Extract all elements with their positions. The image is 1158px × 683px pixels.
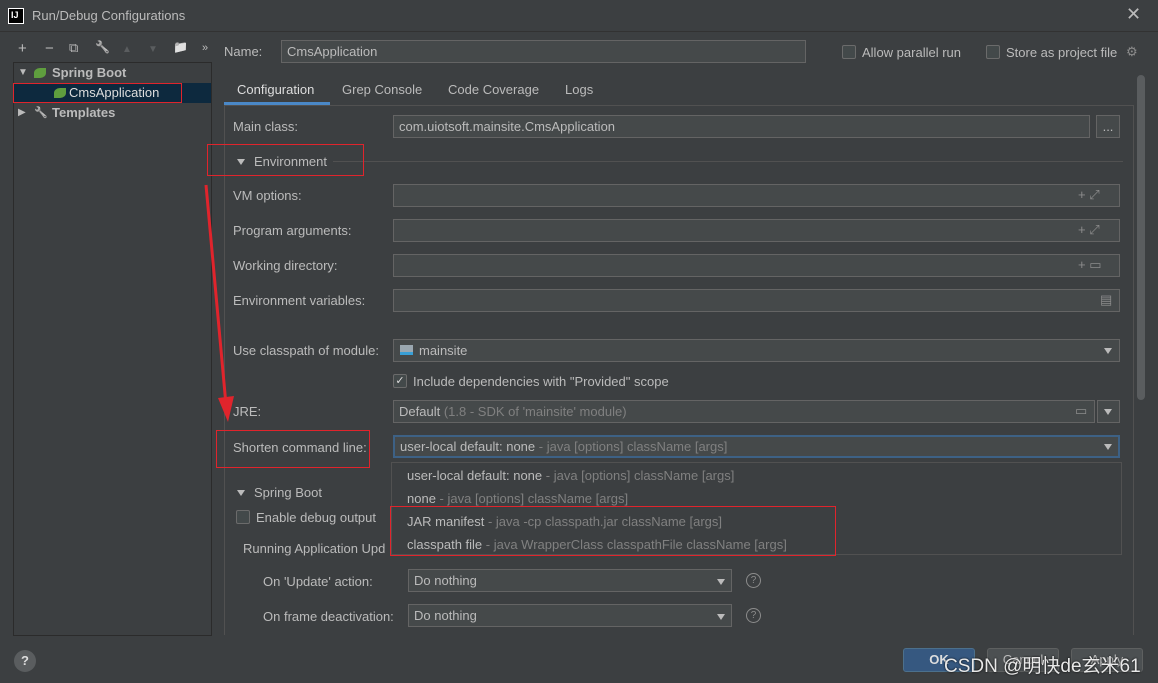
add-icon[interactable]: + [18,40,27,57]
help-icon[interactable]: ? [746,608,761,623]
config-tree: ▼ Spring Boot CmsApplication ▶ 🔧 Templat… [13,62,212,636]
title-bar: IJ Run/Debug Configurations ✕ [0,0,1158,32]
store-project-checkbox[interactable] [986,45,1000,59]
chevron-down-icon [1104,444,1112,450]
copy-icon[interactable]: ⧉ [69,40,78,56]
program-args-label: Program arguments: [233,223,352,238]
tab-grep-console[interactable]: Grep Console [342,82,422,97]
scrollbar[interactable] [1137,75,1145,400]
more-icon[interactable]: » [202,42,208,54]
annotation-box [207,144,364,176]
option-hint: - java [options] className [args] [545,468,735,483]
jre-value: Default [399,404,441,419]
module-icon [400,345,413,355]
working-dir-label: Working directory: [233,258,338,273]
include-deps-checkbox[interactable]: ✓ [393,374,407,388]
env-vars-input[interactable] [393,289,1120,312]
tab-code-coverage[interactable]: Code Coverage [448,82,539,97]
chevron-down-icon [717,614,725,620]
annotation-box [216,430,370,468]
help-button[interactable]: ? [14,650,36,672]
close-icon[interactable]: ✕ [1126,4,1141,25]
env-vars-label: Environment variables: [233,293,366,308]
vm-options-input[interactable] [393,184,1120,207]
expand-icon[interactable]: + ⤢ [1078,187,1100,203]
spring-boot-section[interactable]: Spring Boot [254,485,322,500]
chevron-down-icon[interactable] [1104,348,1112,354]
intellij-logo-icon: IJ [8,8,24,24]
remove-icon[interactable]: − [45,40,54,57]
option-name: user-local default: none [407,468,543,483]
name-input[interactable]: CmsApplication [281,40,806,63]
chevron-down-icon [1104,409,1112,415]
shorten-select[interactable]: user-local default: none - java [options… [393,435,1120,458]
gear-icon[interactable]: ⚙ [1126,44,1138,60]
watermark: CSDN @明快de玄米61 [944,656,1141,677]
chevron-down-icon [717,579,725,585]
include-deps-label: Include dependencies with "Provided" sco… [413,374,669,389]
move-up-icon[interactable]: ▲ [122,44,132,55]
jre-select[interactable]: Default (1.8 - SDK of 'mainsite' module) [393,400,1095,423]
collapse-icon[interactable] [237,490,245,496]
expand-icon[interactable]: + ⤢ [1078,222,1100,238]
name-label: Name: [224,44,263,59]
spring-boot-icon [34,68,46,78]
on-frame-label: On frame deactivation: [263,609,394,624]
classpath-select[interactable]: mainsite [393,339,1120,362]
on-frame-select[interactable]: Do nothing [408,604,732,627]
classpath-label: Use classpath of module: [233,343,379,358]
on-update-label: On 'Update' action: [263,574,373,589]
debug-output-checkbox[interactable] [236,510,250,524]
tree-group-spring-boot[interactable]: ▼ Spring Boot [14,63,211,83]
new-folder-icon[interactable]: 📁 [173,40,188,54]
wrench-icon: 🔧 [34,107,48,119]
tab-logs[interactable]: Logs [565,82,593,97]
option-hint: - java [options] className [args] [439,491,629,506]
shorten-value: user-local default: none [400,439,536,454]
allow-parallel-label: Allow parallel run [862,45,961,60]
working-dir-input[interactable] [393,254,1120,277]
jre-hint: (1.8 - SDK of 'mainsite' module) [443,404,627,419]
vm-options-label: VM options: [233,188,302,203]
annotation-box [13,83,182,103]
browse-button[interactable]: ... [1096,115,1120,138]
on-update-select[interactable]: Do nothing [408,569,732,592]
classpath-value: mainsite [419,343,468,358]
move-down-icon[interactable]: ▼ [148,44,158,55]
document-icon[interactable]: ▤ [1100,292,1112,308]
annotation-box [390,506,836,556]
debug-output-label: Enable debug output [256,510,376,525]
folder-icon[interactable]: ▭ [1075,403,1087,419]
shorten-hint: - java [options] className [args] [538,439,728,454]
option-name: none [407,491,436,506]
main-class-label: Main class: [233,119,299,134]
program-args-input[interactable] [393,219,1120,242]
help-icon[interactable]: ? [746,573,761,588]
divider [333,161,1123,162]
main-class-input[interactable]: com.uiotsoft.mainsite.CmsApplication [393,115,1090,138]
tab-configuration[interactable]: Configuration [237,82,314,97]
allow-parallel-checkbox[interactable] [842,45,856,59]
store-project-label: Store as project file [1006,45,1118,60]
option-user-local[interactable]: user-local default: none - java [options… [407,468,734,483]
running-updates-label: Running Application Upd [243,541,386,556]
window-title: Run/Debug Configurations [32,8,186,23]
option-none[interactable]: none - java [options] className [args] [407,491,628,506]
annotation-arrow [204,184,234,422]
tree-group-templates[interactable]: ▶ 🔧 Templates [14,103,211,123]
wrench-icon[interactable]: 🔧 [95,40,110,54]
folder-icon[interactable]: + ▭ [1078,257,1102,273]
